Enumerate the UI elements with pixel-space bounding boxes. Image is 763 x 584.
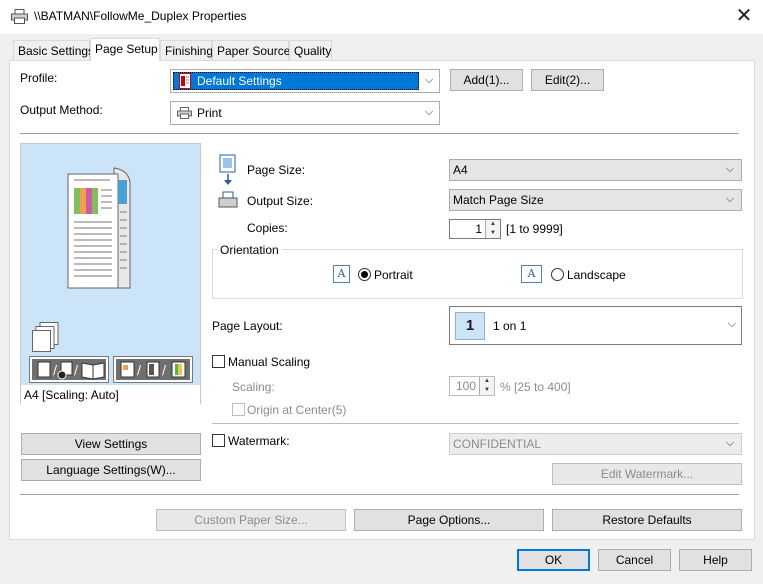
- scaling-range: % [25 to 400]: [500, 380, 571, 394]
- watermark-select[interactable]: CONFIDENTIAL ⌵: [449, 433, 742, 455]
- manual-scaling-checkbox[interactable]: [212, 355, 225, 368]
- page-size-value: A4: [453, 163, 468, 177]
- page-layout-select[interactable]: 1 1 on 1 ⌵: [449, 306, 742, 345]
- output-size-icon: [218, 191, 238, 209]
- chevron-down-icon: ⌵: [424, 106, 434, 118]
- manual-scaling-label[interactable]: Manual Scaling: [228, 355, 310, 369]
- ok-button[interactable]: OK: [517, 549, 590, 571]
- watermark-value: CONFIDENTIAL: [453, 437, 542, 451]
- window-title: \\BATMAN\FollowMe_Duplex Properties: [34, 9, 247, 23]
- profile-value: Default Settings: [197, 74, 282, 88]
- output-size-label: Output Size:: [247, 194, 314, 208]
- chevron-down-icon: ⌵: [424, 74, 434, 86]
- spin-arrows-icon[interactable]: ▲ ▼: [485, 220, 500, 238]
- copies-label: Copies:: [247, 221, 288, 235]
- watermark-checkbox[interactable]: [212, 434, 225, 447]
- copies-range: [1 to 9999]: [506, 222, 563, 236]
- tab-quality[interactable]: Quality: [289, 40, 332, 60]
- edit-watermark-button[interactable]: Edit Watermark...: [552, 463, 742, 485]
- origin-at-center-label: Origin at Center(5): [247, 403, 347, 417]
- add-profile-button[interactable]: Add(1)...: [450, 69, 523, 91]
- copies-stack-icon: [32, 322, 62, 352]
- page-size-icon: [218, 154, 238, 187]
- landscape-radio[interactable]: [551, 268, 564, 281]
- scaling-label: Scaling:: [232, 380, 275, 394]
- output-size-select[interactable]: Match Page Size ⌵: [449, 189, 742, 211]
- custom-paper-size-button[interactable]: Custom Paper Size...: [156, 509, 346, 531]
- landscape-orientation-icon: A: [521, 265, 542, 283]
- profile-doc-icon: [179, 73, 191, 89]
- origin-at-center-checkbox[interactable]: [232, 403, 245, 416]
- copies-stepper[interactable]: 1 ▲ ▼: [449, 219, 501, 239]
- spin-arrows-icon[interactable]: ▲ ▼: [479, 377, 494, 395]
- page-options-button[interactable]: Page Options...: [354, 509, 544, 531]
- output-method-value: Print: [197, 106, 222, 120]
- copies-value: 1: [475, 222, 482, 236]
- profile-label: Profile:: [20, 71, 58, 85]
- page-layout-value: 1 on 1: [493, 319, 527, 333]
- output-size-value: Match Page Size: [453, 193, 544, 207]
- chevron-down-icon: ⌵: [725, 437, 735, 449]
- tab-page-setup[interactable]: Page Setup: [90, 38, 160, 61]
- preview-caption: A4 [Scaling: Auto]: [21, 385, 200, 404]
- page-size-label: Page Size:: [247, 163, 306, 177]
- landscape-label[interactable]: Landscape: [567, 268, 626, 282]
- scaling-value: 100: [455, 379, 476, 393]
- scaling-stepper[interactable]: 100 ▲ ▼: [449, 376, 495, 396]
- portrait-radio[interactable]: [358, 268, 371, 281]
- edit-profile-button[interactable]: Edit(2)...: [531, 69, 604, 91]
- view-settings-button[interactable]: View Settings: [21, 433, 201, 455]
- quality-summary-icon: / /: [113, 356, 193, 383]
- chevron-down-icon: ⌵: [727, 318, 736, 330]
- document-preview-icon: [66, 164, 134, 294]
- tab-finishing[interactable]: Finishing: [160, 40, 213, 60]
- output-method-select[interactable]: Print ⌵: [170, 101, 440, 125]
- chevron-down-icon: ⌵: [725, 193, 735, 205]
- divider: [212, 423, 739, 424]
- tab-paper-source[interactable]: Paper Source: [212, 40, 290, 60]
- page-layout-number: 1: [455, 312, 485, 340]
- divider: [20, 133, 739, 134]
- orientation-title: Orientation: [217, 243, 282, 257]
- print-icon: [177, 107, 192, 119]
- output-method-label: Output Method:: [20, 103, 103, 117]
- chevron-down-icon: ⌵: [725, 163, 735, 175]
- orientation-group: [212, 249, 743, 299]
- portrait-orientation-icon: A: [333, 265, 350, 283]
- tab-basic-settings[interactable]: Basic Settings: [13, 40, 94, 60]
- close-icon[interactable]: ✕: [733, 4, 755, 28]
- watermark-label[interactable]: Watermark:: [228, 434, 290, 448]
- divider: [20, 494, 739, 495]
- cancel-button[interactable]: Cancel: [598, 549, 671, 571]
- portrait-label[interactable]: Portrait: [374, 268, 413, 282]
- help-button[interactable]: Help: [679, 549, 752, 571]
- page-layout-label: Page Layout:: [212, 319, 283, 333]
- printer-icon: [11, 9, 28, 24]
- finishing-summary-icon: / /: [29, 356, 109, 383]
- language-settings-button[interactable]: Language Settings(W)...: [21, 459, 201, 481]
- restore-defaults-button[interactable]: Restore Defaults: [552, 509, 742, 531]
- profile-select[interactable]: Default Settings ⌵: [170, 69, 440, 93]
- page-size-select[interactable]: A4 ⌵: [449, 159, 742, 181]
